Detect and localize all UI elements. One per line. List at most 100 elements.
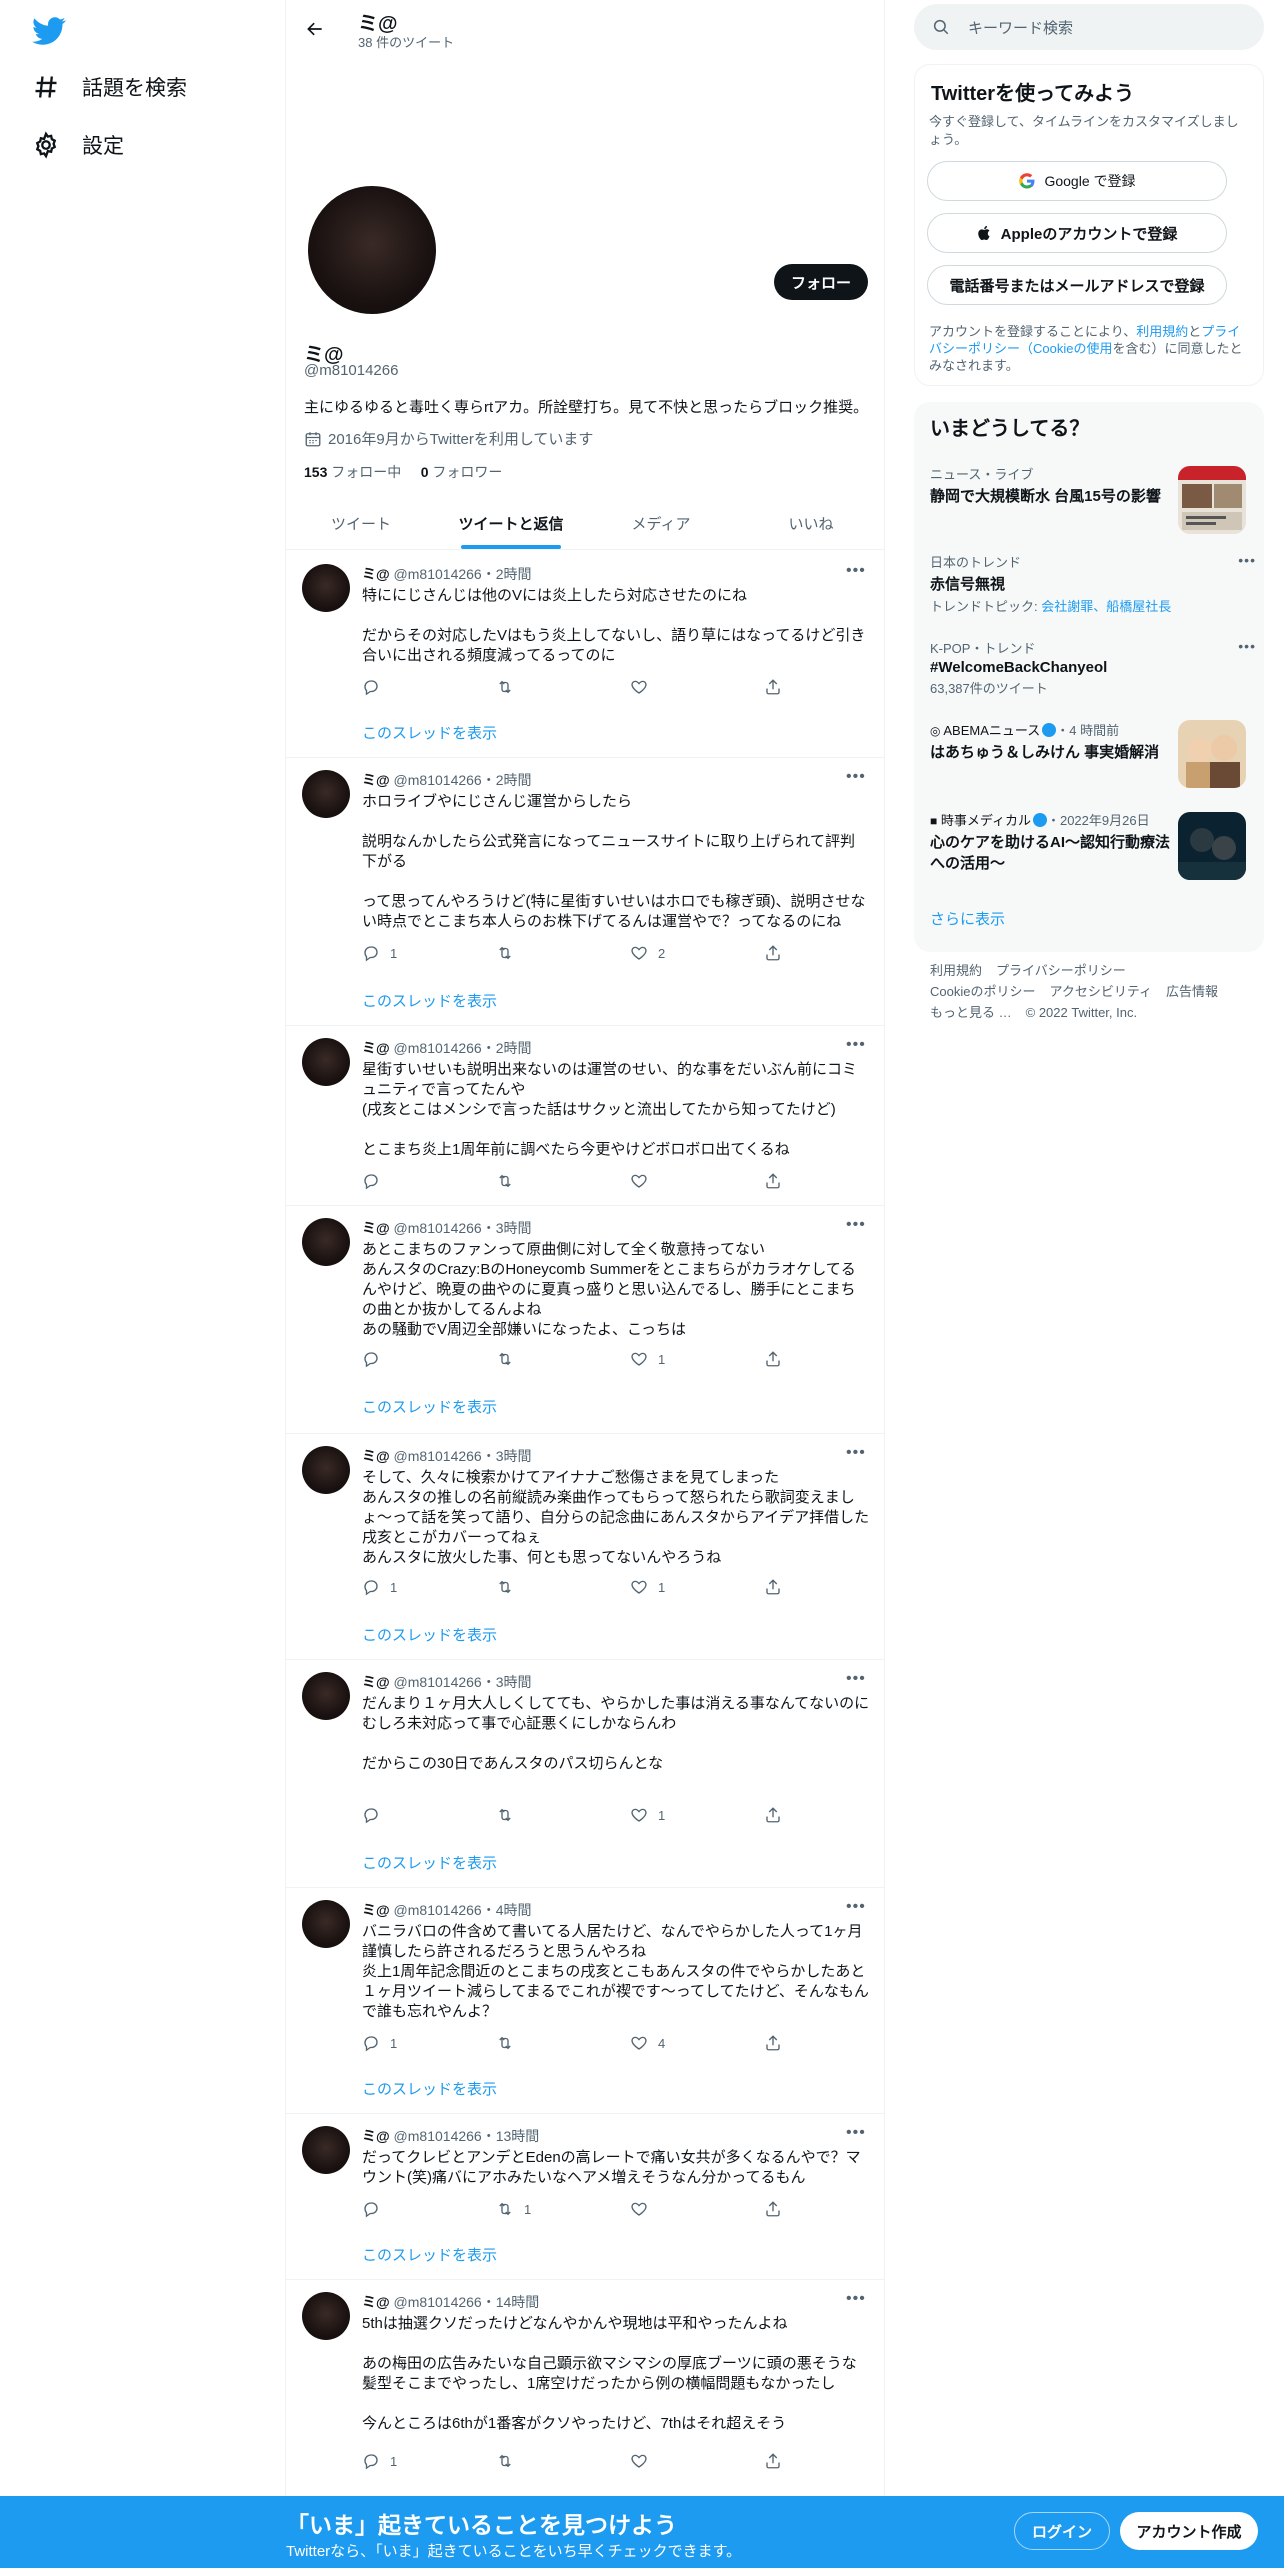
trend-item[interactable]: 日本のトレンド 赤信号無視 トレンドトピック: 会社謝罪、船橋屋社長 •••	[930, 552, 1255, 615]
nav-settings[interactable]: 設定	[32, 130, 124, 160]
share-button[interactable]	[764, 678, 782, 696]
retweet-button[interactable]	[496, 2452, 524, 2470]
more-icon[interactable]: •••	[846, 1444, 866, 1462]
phone-email-signup-button[interactable]: 電話番号またはメールアドレスで登録	[927, 265, 1227, 305]
footer-link[interactable]: プライバシーポリシー	[996, 963, 1126, 978]
reply-button[interactable]	[362, 1806, 390, 1824]
share-button[interactable]	[764, 944, 782, 962]
like-button[interactable]: 2	[630, 944, 665, 962]
tweet-time[interactable]: 4時間	[496, 1902, 532, 1918]
tweet-time[interactable]: 2時間	[496, 1040, 532, 1056]
tweet-avatar[interactable]	[302, 1900, 350, 1948]
login-button[interactable]: ログイン	[1014, 2512, 1110, 2550]
tweet-avatar[interactable]	[302, 1446, 350, 1494]
tweet-author-handle[interactable]: @m81014266	[394, 566, 482, 582]
tab-tweets[interactable]: ツイート	[286, 498, 436, 549]
retweet-button[interactable]	[496, 1806, 524, 1824]
tweet-author-name[interactable]: ミ@	[362, 1040, 390, 1056]
share-button[interactable]	[764, 1806, 782, 1824]
footer-link[interactable]: アクセシビリティ	[1049, 984, 1152, 999]
tweet-avatar[interactable]	[302, 770, 350, 818]
create-account-button[interactable]: アカウント作成	[1120, 2512, 1258, 2550]
tweet-author-handle[interactable]: @m81014266	[394, 1040, 482, 1056]
tweet-avatar[interactable]	[302, 1038, 350, 1086]
like-button[interactable]	[630, 2200, 658, 2218]
tweet-time[interactable]: 2時間	[496, 566, 532, 582]
tweet[interactable]: ミ@ @m81014266・4時間 ••• バニラバロの件含めて書いてる人居たけど、…	[286, 1888, 884, 2114]
tweet-time[interactable]: 14時間	[496, 2294, 540, 2310]
retweet-button[interactable]	[496, 678, 524, 696]
more-icon[interactable]: •••	[846, 2290, 866, 2308]
more-icon[interactable]: •••	[846, 2124, 866, 2142]
tweet[interactable]: ミ@ @m81014266・2時間 ••• ホロライブやにじさんじ運営からしたら 説…	[286, 758, 884, 1026]
share-button[interactable]	[764, 1350, 782, 1368]
terms-link[interactable]: 利用規約	[1136, 324, 1188, 339]
show-more-link[interactable]: さらに表示	[930, 908, 1005, 929]
followers-link[interactable]: 0 フォロワー	[421, 464, 503, 480]
tweet-author-handle[interactable]: @m81014266	[394, 1220, 482, 1236]
tweet-author-handle[interactable]: @m81014266	[394, 2128, 482, 2144]
reply-button[interactable]	[362, 1350, 390, 1368]
tweet[interactable]: ミ@ @m81014266・3時間 ••• そして、久々に検索かけてアイナナご愁傷さ…	[286, 1434, 884, 1660]
apple-signup-button[interactable]: Appleのアカウントで登録	[927, 213, 1227, 253]
show-thread-link[interactable]: このスレッドを表示	[362, 1396, 497, 1417]
tweet-time[interactable]: 2時間	[496, 772, 532, 788]
like-button[interactable]: 1	[630, 1350, 665, 1368]
share-button[interactable]	[764, 2200, 782, 2218]
tweet-avatar[interactable]	[302, 2292, 350, 2340]
retweet-button[interactable]	[496, 1172, 524, 1190]
google-signup-button[interactable]: Google で登録	[927, 161, 1227, 201]
tweet-author-name[interactable]: ミ@	[362, 2128, 390, 2144]
tweet-time[interactable]: 3時間	[496, 1674, 532, 1690]
footer-link[interactable]: 広告情報	[1166, 984, 1218, 999]
share-button[interactable]	[764, 2034, 782, 2052]
tab-media[interactable]: メディア	[586, 498, 736, 549]
show-thread-link[interactable]: このスレッドを表示	[362, 1624, 497, 1645]
tweet-author-handle[interactable]: @m81014266	[394, 1448, 482, 1464]
show-thread-link[interactable]: このスレッドを表示	[362, 990, 497, 1011]
tweet[interactable]: ミ@ @m81014266・3時間 ••• だんまり１ヶ月大人しくしてても、やらかし…	[286, 1660, 884, 1888]
show-thread-link[interactable]: このスレッドを表示	[362, 722, 497, 743]
more-icon[interactable]: •••	[1238, 552, 1256, 568]
tweet[interactable]: ミ@ @m81014266・2時間 ••• 特ににじさんじは他のVには炎上したら対応…	[286, 552, 884, 758]
tweet[interactable]: ミ@ @m81014266・2時間 ••• 星街すいせいも説明出来ないのは運営のせい…	[286, 1026, 884, 1206]
tweet-author-name[interactable]: ミ@	[362, 1674, 390, 1690]
tweet-author-handle[interactable]: @m81014266	[394, 1902, 482, 1918]
reply-button[interactable]	[362, 678, 390, 696]
show-thread-link[interactable]: このスレッドを表示	[362, 2244, 497, 2265]
tweet-time[interactable]: 13時間	[496, 2128, 540, 2144]
tweet-time[interactable]: 3時間	[496, 1220, 532, 1236]
tweet-author-name[interactable]: ミ@	[362, 1902, 390, 1918]
search-bar[interactable]: キーワード検索	[914, 4, 1264, 50]
following-link[interactable]: 153 フォロー中	[304, 464, 401, 480]
follow-button[interactable]: フォロー	[774, 264, 868, 300]
more-icon[interactable]: •••	[846, 1216, 866, 1234]
tweet-avatar[interactable]	[302, 564, 350, 612]
tweet-avatar[interactable]	[302, 2126, 350, 2174]
tweet[interactable]: ミ@ @m81014266・14時間 ••• 5thは抽選クソだったけどなんやかんや…	[286, 2280, 884, 2510]
tweet-author-handle[interactable]: @m81014266	[394, 1674, 482, 1690]
reply-button[interactable]: 1	[362, 1578, 397, 1596]
reply-button[interactable]: 1	[362, 2034, 397, 2052]
tweet[interactable]: ミ@ @m81014266・13時間 ••• だってクレビとアンデとEdenの高レー…	[286, 2114, 884, 2280]
share-button[interactable]	[764, 2452, 782, 2470]
tab-tweets-and-replies[interactable]: ツイートと返信	[436, 498, 586, 549]
like-button[interactable]	[630, 1172, 658, 1190]
back-button[interactable]	[300, 14, 330, 44]
more-icon[interactable]: •••	[846, 768, 866, 786]
footer-link[interactable]: Cookieのポリシー	[930, 984, 1035, 999]
tweet-author-name[interactable]: ミ@	[362, 566, 390, 582]
tweet-time[interactable]: 3時間	[496, 1448, 532, 1464]
like-button[interactable]: 1	[630, 1578, 665, 1596]
retweet-button[interactable]: 1	[496, 2200, 531, 2218]
search-input[interactable]: キーワード検索	[968, 17, 1073, 38]
reply-button[interactable]	[362, 2200, 390, 2218]
tweet-author-handle[interactable]: @m81014266	[394, 772, 482, 788]
share-button[interactable]	[764, 1172, 782, 1190]
tweet-author-name[interactable]: ミ@	[362, 1220, 390, 1236]
twitter-logo-icon[interactable]	[32, 14, 66, 48]
tweet-author-handle[interactable]: @m81014266	[394, 2294, 482, 2310]
reply-button[interactable]	[362, 1172, 390, 1190]
tab-likes[interactable]: いいね	[736, 498, 884, 549]
more-icon[interactable]: •••	[846, 1036, 866, 1054]
